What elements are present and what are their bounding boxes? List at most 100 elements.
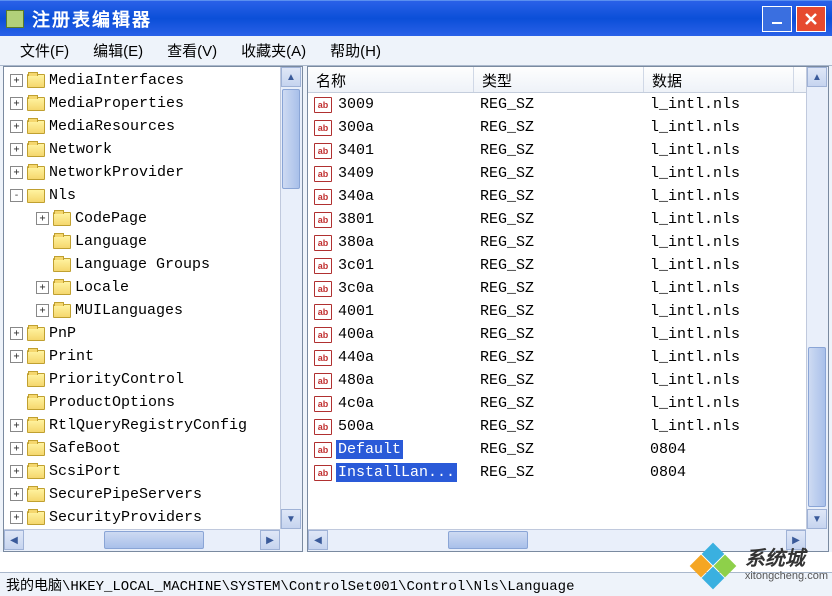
menu-help[interactable]: 帮助(H) <box>318 37 393 64</box>
list-row[interactable]: ab400aREG_SZl_intl.nls <box>308 323 806 346</box>
expander-icon[interactable]: + <box>10 350 23 363</box>
list-row[interactable]: ab3409REG_SZl_intl.nls <box>308 162 806 185</box>
value-data: l_intl.nls <box>644 188 794 205</box>
tree-item[interactable]: +MUILanguages <box>4 299 280 322</box>
expander-icon[interactable]: + <box>10 97 23 110</box>
value-data: l_intl.nls <box>644 96 794 113</box>
expander-icon[interactable]: - <box>10 189 23 202</box>
column-header-data[interactable]: 数据 <box>644 67 794 92</box>
scroll-right-arrow-icon[interactable]: ▶ <box>260 530 280 550</box>
tree-item[interactable]: +Network <box>4 138 280 161</box>
tree-item[interactable]: + SecurePipeServers <box>4 483 280 506</box>
tree-item[interactable]: +CodePage <box>4 207 280 230</box>
tree-item[interactable]: +SafeBoot <box>4 437 280 460</box>
list-row[interactable]: ab4001REG_SZl_intl.nls <box>308 300 806 323</box>
column-header-type[interactable]: 类型 <box>474 67 644 92</box>
scroll-thumb[interactable] <box>104 531 204 549</box>
tree-item[interactable]: PriorityControl <box>4 368 280 391</box>
list-row[interactable]: ab4c0aREG_SZl_intl.nls <box>308 392 806 415</box>
value-data: l_intl.nls <box>644 142 794 159</box>
tree-vertical-scrollbar[interactable]: ▲ ▼ <box>280 67 302 529</box>
minimize-button[interactable] <box>762 6 792 32</box>
tree-item[interactable]: + PnP <box>4 322 280 345</box>
value-data: l_intl.nls <box>644 395 794 412</box>
tree-item[interactable]: +Print <box>4 345 280 368</box>
value-data: 0804 <box>644 441 794 458</box>
close-button[interactable] <box>796 6 826 32</box>
tree-item-label: MediaInterfaces <box>49 72 184 89</box>
scroll-thumb[interactable] <box>448 531 528 549</box>
string-value-icon: ab <box>314 120 332 136</box>
folder-icon <box>27 396 45 410</box>
tree-horizontal-scrollbar[interactable]: ◀ ▶ <box>4 529 280 551</box>
expander-icon[interactable]: + <box>10 166 23 179</box>
string-value-icon: ab <box>314 189 332 205</box>
value-name: 440a <box>336 348 376 367</box>
list-vertical-scrollbar[interactable]: ▲ ▼ <box>806 67 828 529</box>
tree-item[interactable]: +ScsiPort <box>4 460 280 483</box>
menu-file[interactable]: 文件(F) <box>8 37 81 64</box>
list-row[interactable]: ab3401REG_SZl_intl.nls <box>308 139 806 162</box>
list-row[interactable]: abDefaultREG_SZ0804 <box>308 438 806 461</box>
tree-item[interactable]: Language <box>4 230 280 253</box>
list-row[interactable]: ab300aREG_SZl_intl.nls <box>308 116 806 139</box>
scroll-down-arrow-icon[interactable]: ▼ <box>281 509 301 529</box>
tree-item[interactable]: +MediaResources <box>4 115 280 138</box>
expander-icon[interactable]: + <box>10 442 23 455</box>
scroll-thumb[interactable] <box>282 89 300 189</box>
scroll-left-arrow-icon[interactable]: ◀ <box>308 530 328 550</box>
tree-item[interactable]: +NetworkProvider <box>4 161 280 184</box>
string-value-icon: ab <box>314 304 332 320</box>
expander-icon[interactable]: + <box>10 465 23 478</box>
expander-icon[interactable]: + <box>10 419 23 432</box>
expander-icon[interactable]: + <box>36 281 49 294</box>
list-row[interactable]: ab380aREG_SZl_intl.nls <box>308 231 806 254</box>
menu-view[interactable]: 查看(V) <box>155 37 229 64</box>
tree-item[interactable]: +MediaProperties <box>4 92 280 115</box>
string-value-icon: ab <box>314 212 332 228</box>
expander-icon[interactable]: + <box>10 488 23 501</box>
list-row[interactable]: ab3c01REG_SZl_intl.nls <box>308 254 806 277</box>
list-row[interactable]: ab500aREG_SZl_intl.nls <box>308 415 806 438</box>
column-header-name[interactable]: 名称 <box>308 67 474 92</box>
list-scroll[interactable]: 名称 类型 数据 ab3009REG_SZl_intl.nlsab300aREG… <box>308 67 806 529</box>
tree-item[interactable]: Language Groups <box>4 253 280 276</box>
expander-icon <box>10 396 23 409</box>
menu-favorites[interactable]: 收藏夹(A) <box>229 37 318 64</box>
tree-item-label: PnP <box>49 325 76 342</box>
folder-icon <box>53 235 71 249</box>
tree-scroll[interactable]: + MediaInterfaces +MediaProperties+MediaRe… <box>4 67 280 529</box>
expander-icon[interactable]: + <box>10 120 23 133</box>
list-row[interactable]: ab3c0aREG_SZl_intl.nls <box>308 277 806 300</box>
tree-item[interactable]: +RtlQueryRegistryConfig <box>4 414 280 437</box>
scroll-thumb[interactable] <box>808 347 826 507</box>
tree-item-label: Language Groups <box>75 256 210 273</box>
expander-icon[interactable]: + <box>36 212 49 225</box>
list-row[interactable]: ab3009REG_SZl_intl.nls <box>308 93 806 116</box>
scroll-down-arrow-icon[interactable]: ▼ <box>807 509 827 529</box>
scroll-left-arrow-icon[interactable]: ◀ <box>4 530 24 550</box>
tree-item[interactable]: +Locale <box>4 276 280 299</box>
menu-edit[interactable]: 编辑(E) <box>81 37 155 64</box>
folder-icon <box>27 465 45 479</box>
tree-item[interactable]: -Nls <box>4 184 280 207</box>
tree-item-label: SecurePipeServers <box>49 486 202 503</box>
scroll-up-arrow-icon[interactable]: ▲ <box>281 67 301 87</box>
expander-icon[interactable]: + <box>10 74 23 87</box>
list-row[interactable]: ab480aREG_SZl_intl.nls <box>308 369 806 392</box>
expander-icon[interactable]: + <box>10 143 23 156</box>
expander-icon[interactable]: + <box>36 304 49 317</box>
folder-icon <box>53 212 71 226</box>
scroll-up-arrow-icon[interactable]: ▲ <box>807 67 827 87</box>
expander-icon[interactable]: + <box>10 327 23 340</box>
tree-item[interactable]: + MediaInterfaces <box>4 69 280 92</box>
list-row[interactable]: abInstallLan...REG_SZ0804 <box>308 461 806 484</box>
expander-icon[interactable]: + <box>10 511 23 524</box>
tree-item[interactable]: ProductOptions <box>4 391 280 414</box>
value-type: REG_SZ <box>474 464 644 481</box>
list-row[interactable]: ab3801REG_SZl_intl.nls <box>308 208 806 231</box>
list-row[interactable]: ab340aREG_SZl_intl.nls <box>308 185 806 208</box>
tree-item[interactable]: +SecurityProviders <box>4 506 280 529</box>
list-row[interactable]: ab440aREG_SZl_intl.nls <box>308 346 806 369</box>
value-type: REG_SZ <box>474 234 644 251</box>
